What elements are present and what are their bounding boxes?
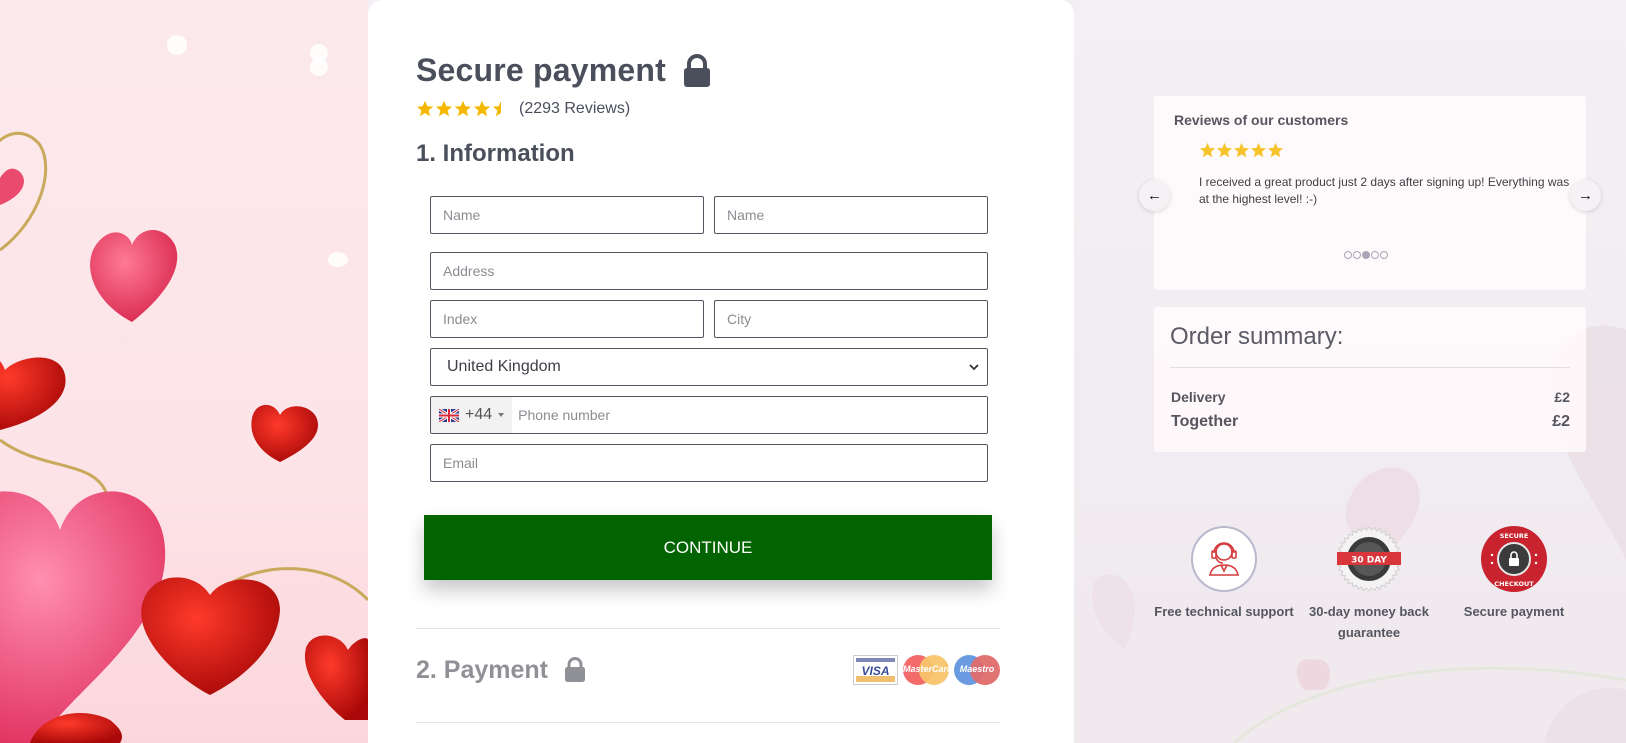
badge-support-label: Free technical support — [1154, 604, 1294, 619]
star-full-icon — [416, 100, 434, 117]
first-name-input[interactable] — [430, 196, 704, 234]
review-star-rating — [1199, 142, 1284, 159]
money-back-badge-icon: 30 DAY — [1336, 526, 1402, 592]
accepted-cards: VISA MasterCard Maestro — [853, 655, 1000, 685]
section-title-information: 1. Information — [416, 140, 575, 167]
section-divider — [416, 722, 1000, 723]
mastercard-icon: MasterCard — [903, 655, 953, 685]
continue-button[interactable]: CONTINUE — [424, 515, 992, 580]
lock-icon — [684, 53, 711, 87]
svg-text:CHECKOUT: CHECKOUT — [1494, 580, 1534, 588]
country-select-value: United Kingdom — [447, 358, 561, 375]
hearts-illustration — [0, 131, 368, 743]
star-full-icon — [1199, 142, 1216, 158]
phone-field: +44 — [430, 396, 988, 434]
total-row: Together £2 — [1171, 413, 1570, 431]
support-agent-icon — [1191, 526, 1257, 592]
badge-secure-label: Secure payment — [1463, 604, 1565, 619]
star-half-icon — [492, 100, 501, 117]
lock-icon — [565, 657, 586, 682]
star-full-icon — [1216, 142, 1233, 158]
phone-number-input[interactable] — [512, 397, 987, 433]
arrow-left-icon: ← — [1147, 187, 1162, 204]
city-input[interactable] — [714, 300, 988, 338]
delivery-row: Delivery £2 — [1171, 389, 1570, 405]
badge-secure: SECURE CHECKOUT Secure payment — [1444, 525, 1584, 622]
page-title: Secure payment — [416, 52, 667, 88]
country-select[interactable]: United Kingdom — [430, 348, 988, 386]
payment-section-header[interactable]: 2. Payment VISA MasterCard Maestro — [416, 655, 1000, 685]
review-text: I received a great product just 2 days a… — [1199, 175, 1570, 206]
phone-dial-code: +44 — [465, 406, 493, 423]
decorative-hearts-background — [0, 0, 368, 743]
badge-money-back-label: 30-day money back guarantee — [1309, 604, 1429, 640]
checkout-panel: Secure payment (2293 Reviews) 1. Informa… — [368, 0, 1074, 743]
index-input[interactable] — [430, 300, 704, 338]
star-full-icon — [435, 100, 453, 117]
star-full-icon — [1233, 142, 1250, 158]
carousel-dot[interactable] — [1371, 251, 1379, 259]
visa-card-icon: VISA — [853, 655, 898, 685]
carousel-dot[interactable] — [1380, 251, 1388, 259]
total-value: £2 — [1552, 413, 1570, 430]
delivery-value: £2 — [1554, 389, 1570, 405]
star-full-icon — [1267, 142, 1284, 158]
reviews-carousel: Reviews of our customers I received a gr… — [1154, 96, 1586, 290]
reviews-heading: Reviews of our customers — [1174, 112, 1349, 128]
maestro-icon: Maestro — [954, 655, 1000, 685]
review-count: (2293 Reviews) — [519, 100, 631, 117]
payment-title-wrap: 2. Payment — [416, 656, 586, 685]
total-label: Together — [1171, 413, 1239, 430]
arrow-right-icon: → — [1578, 187, 1593, 204]
title-row: Secure payment — [416, 52, 712, 89]
star-rating — [416, 100, 511, 118]
order-summary-title: Order summary: — [1170, 323, 1344, 350]
section-divider — [416, 628, 1000, 629]
carousel-dot[interactable] — [1344, 251, 1352, 259]
uk-flag-icon — [439, 408, 459, 422]
badge-support: Free technical support — [1154, 525, 1294, 622]
star-full-icon — [454, 100, 472, 117]
carousel-dot[interactable] — [1353, 251, 1361, 259]
secure-checkout-badge-icon: SECURE CHECKOUT — [1481, 526, 1547, 592]
address-input[interactable] — [430, 252, 988, 290]
carousel-next-button[interactable]: → — [1570, 180, 1601, 211]
email-input[interactable] — [430, 444, 988, 482]
carousel-pagination — [1344, 251, 1388, 259]
order-summary: Order summary: Delivery £2 Together £2 — [1154, 307, 1586, 452]
delivery-label: Delivery — [1171, 389, 1226, 405]
svg-text:30 DAY: 30 DAY — [1351, 556, 1387, 566]
caret-down-icon — [498, 413, 505, 417]
last-name-input[interactable] — [714, 196, 988, 234]
section-title-payment: 2. Payment — [416, 655, 549, 684]
carousel-dot[interactable] — [1362, 251, 1370, 259]
badge-money-back: 30 DAY 30-day money back guarantee — [1299, 525, 1439, 643]
carousel-prev-button[interactable]: ← — [1139, 180, 1170, 211]
star-full-icon — [473, 100, 491, 117]
star-full-icon — [1250, 142, 1267, 158]
svg-text:SECURE: SECURE — [1500, 532, 1529, 540]
rating-row: (2293 Reviews) — [416, 100, 630, 118]
chevron-down-icon — [969, 363, 979, 370]
summary-divider — [1170, 367, 1570, 368]
phone-country-dropdown[interactable]: +44 — [431, 397, 513, 433]
